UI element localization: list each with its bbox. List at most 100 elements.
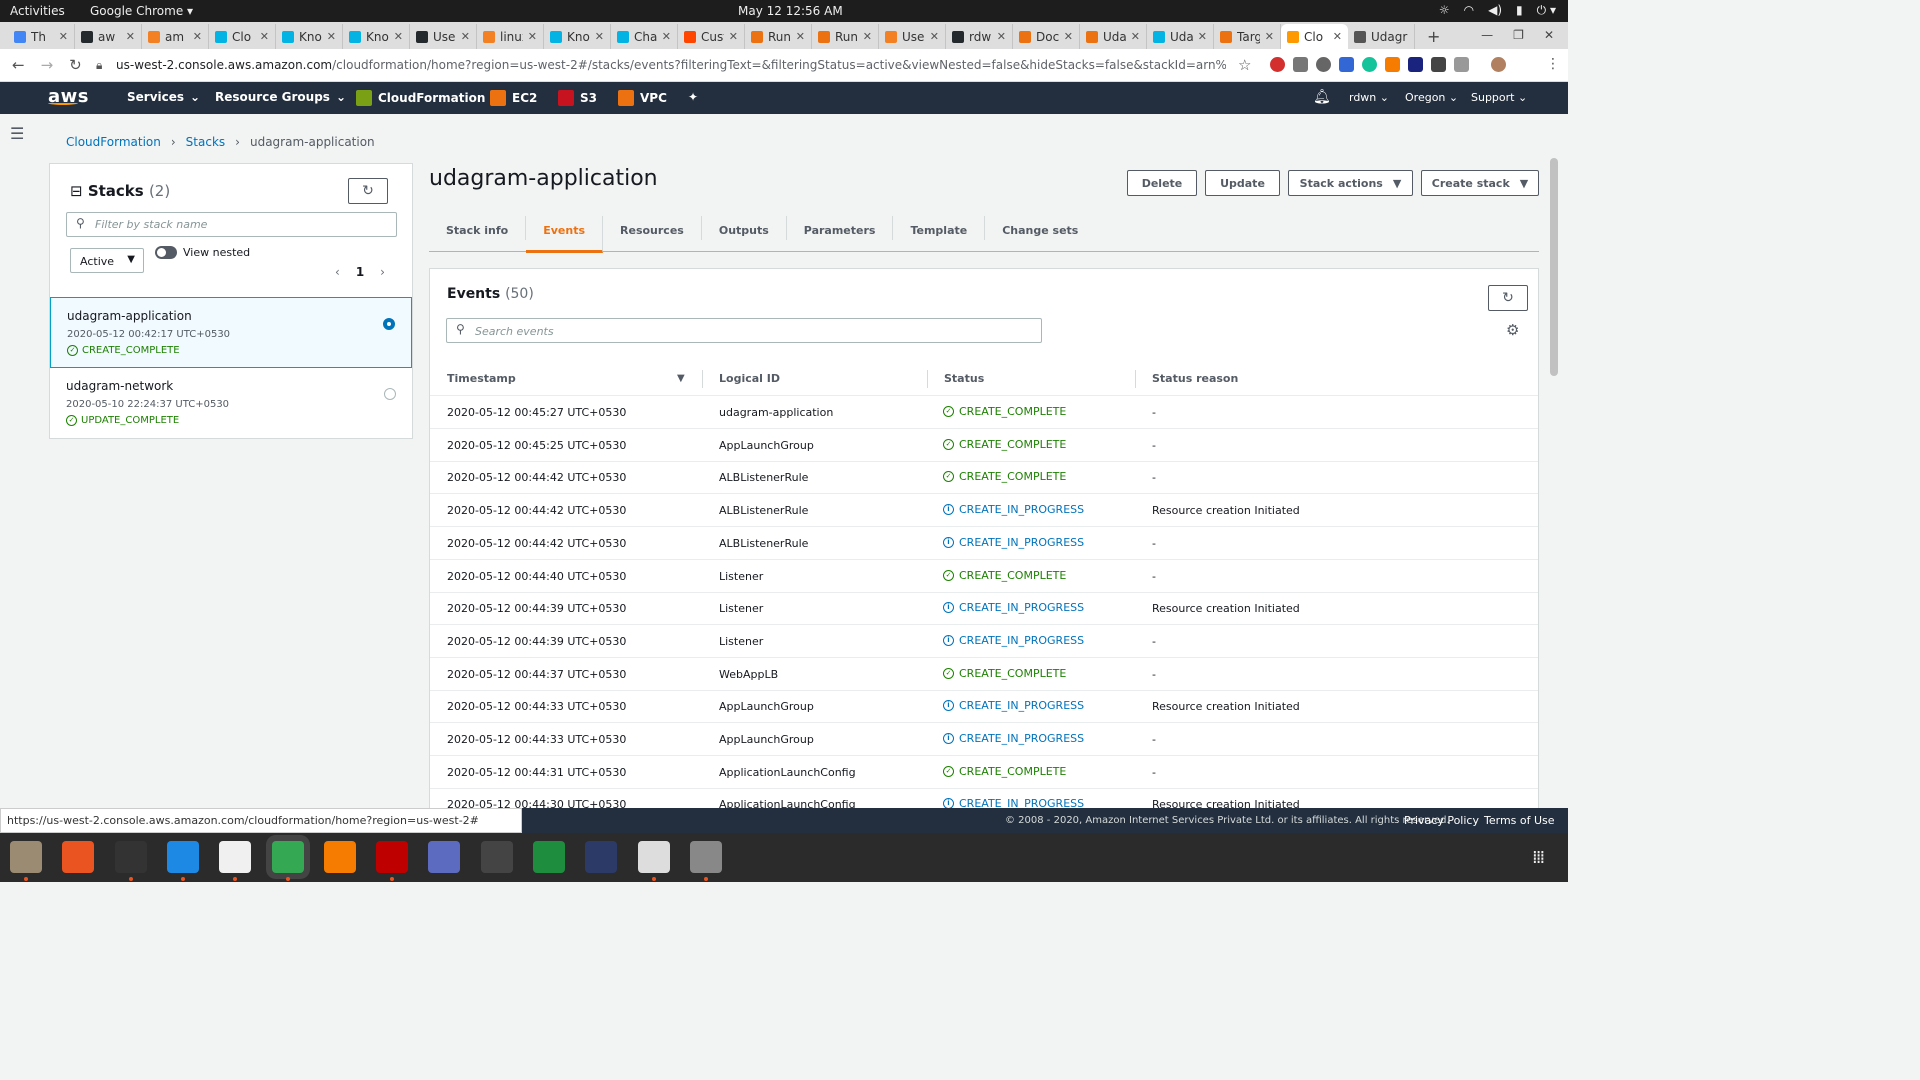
extension-icon[interactable] [1362,57,1377,72]
editor-icon[interactable] [219,841,252,873]
browser-tab[interactable]: Know ✕ [343,24,410,49]
extension-icon[interactable] [1270,57,1285,72]
page-scrollbar[interactable] [1548,158,1560,808]
tab-change-sets[interactable]: Change sets [985,216,1095,240]
vpc-shortcut[interactable]: VPC [618,90,667,106]
close-tab-icon[interactable]: ✕ [595,30,604,43]
chrome-icon[interactable] [271,841,304,873]
close-tab-icon[interactable]: ✕ [394,30,403,43]
browser-tab[interactable]: User-c ✕ [879,24,946,49]
s3-shortcut[interactable]: S3 [558,90,597,106]
scrollbar-thumb[interactable] [1550,158,1558,376]
close-tab-icon[interactable]: ✕ [1131,30,1140,43]
extension-icon[interactable] [1293,57,1308,72]
tab-template[interactable]: Template [893,216,986,240]
browser-tab[interactable]: Udagr [1348,24,1415,49]
tab-parameters[interactable]: Parameters [787,216,894,240]
extension-icon[interactable] [1408,57,1423,72]
breadcrumb-stacks[interactable]: Stacks [186,135,225,149]
browser-tab[interactable]: Runni ✕ [812,24,879,49]
calculator-icon[interactable] [480,841,513,873]
tab-stack-info[interactable]: Stack info [429,216,527,240]
vscode-icon[interactable] [166,841,199,873]
close-window-icon[interactable]: ✕ [1544,28,1554,42]
restore-icon[interactable]: ❐ [1513,28,1524,42]
services-menu[interactable]: Services ⌄ [127,90,200,104]
close-tab-icon[interactable]: ✕ [1333,30,1342,43]
browser-tab[interactable]: UserD ✕ [410,24,477,49]
activities-button[interactable]: Activities [10,4,65,18]
inkscape-icon[interactable] [323,841,356,873]
screenshot-icon[interactable] [428,841,461,873]
close-tab-icon[interactable]: ✕ [930,30,939,43]
new-tab-button[interactable]: + [1415,24,1452,49]
browser-tab[interactable]: rdwn ✕ [946,24,1013,49]
system-tray[interactable]: ☼ ◠ ◀) ▮ ⏻ ▾ [1439,3,1556,18]
close-tab-icon[interactable]: ✕ [528,30,537,43]
spreadsheet-icon[interactable] [533,841,565,873]
breadcrumb-cloudformation[interactable]: CloudFormation [66,135,161,149]
browser-tab[interactable]: Target ✕ [1214,24,1281,49]
delete-button[interactable]: Delete [1127,170,1197,196]
close-tab-icon[interactable]: ✕ [796,30,805,43]
browser-tab[interactable]: Runni ✕ [745,24,812,49]
filezilla-icon[interactable] [376,841,409,873]
minimize-icon[interactable]: — [1481,28,1493,42]
avatar[interactable] [1491,57,1506,72]
chrome-menu-icon[interactable]: ⋮ [1546,56,1560,72]
browser-tab[interactable]: Know ✕ [276,24,343,49]
gear-icon[interactable]: ⚙ [1506,321,1519,339]
sort-desc-icon[interactable]: ▼ [677,373,685,384]
close-tab-icon[interactable]: ✕ [1064,30,1073,43]
stack-filter-input[interactable]: ⚲ Filter by stack name [66,212,397,237]
refresh-stacks-button[interactable]: ↻ [348,178,388,204]
back-icon[interactable]: ← [12,56,25,74]
close-tab-icon[interactable]: ✕ [1198,30,1207,43]
view-nested-toggle[interactable] [155,246,177,259]
ec2-shortcut[interactable]: EC2 [490,90,537,106]
disk-icon[interactable] [689,841,722,873]
bookmark-star-icon[interactable]: ☆ [1238,56,1251,74]
close-tab-icon[interactable]: ✕ [193,30,202,43]
browser-tab[interactable]: Chat ✕ [611,24,678,49]
stack-list-item[interactable]: udagram-network 2020-05-10 22:24:37 UTC+… [50,368,412,439]
hamburger-menu-icon[interactable]: ☰ [10,124,24,143]
col-status[interactable]: Status [944,372,984,385]
browser-tab[interactable]: Clo ✕ [1281,24,1348,49]
browser-tab[interactable]: Udaci ✕ [1147,24,1214,49]
browser-tab[interactable]: Custo ✕ [678,24,745,49]
lock-icon[interactable]: 🔒︎ [96,58,102,73]
extension-icon[interactable] [1339,57,1354,72]
stack-actions-button[interactable]: Stack actions ▼ [1288,170,1413,196]
stack-radio[interactable] [383,318,395,330]
extension-icon[interactable] [1385,57,1400,72]
browser-tab[interactable]: Clo ✕ [209,24,276,49]
tab-resources[interactable]: Resources [603,216,702,240]
cloudformation-shortcut[interactable]: CloudFormation [356,90,485,106]
close-tab-icon[interactable]: ✕ [260,30,269,43]
resource-groups-menu[interactable]: Resource Groups ⌄ [215,90,346,104]
forward-icon[interactable]: → [41,56,54,74]
stack-name[interactable]: udagram-application [67,309,395,323]
next-page-icon[interactable]: › [380,265,385,279]
notifications-bell-icon[interactable]: 🔔︎ [1313,89,1331,105]
browser-tab[interactable]: Udagr ✕ [1080,24,1147,49]
browser-tab[interactable]: linux ✕ [477,24,544,49]
virtualbox-icon[interactable] [585,841,618,873]
prev-page-icon[interactable]: ‹ [335,265,340,279]
status-filter-select[interactable]: Active ▼ [70,248,144,273]
close-tab-icon[interactable]: ✕ [863,30,872,43]
address-bar[interactable]: us-west-2.console.aws.amazon.com/cloudfo… [116,58,1226,72]
extension-icon[interactable] [1431,57,1446,72]
close-tab-icon[interactable]: ✕ [662,30,671,43]
close-tab-icon[interactable]: ✕ [327,30,336,43]
account-menu[interactable]: rdwn ⌄ [1349,91,1389,104]
page-number[interactable]: 1 [356,265,364,279]
browser-tab[interactable]: Docu ✕ [1013,24,1080,49]
tab-outputs[interactable]: Outputs [702,216,787,240]
doc-viewer-icon[interactable] [637,841,670,873]
extension-icon[interactable] [1454,57,1469,72]
close-tab-icon[interactable]: ✕ [126,30,135,43]
stack-radio[interactable] [384,388,396,400]
close-tab-icon[interactable]: ✕ [59,30,68,43]
